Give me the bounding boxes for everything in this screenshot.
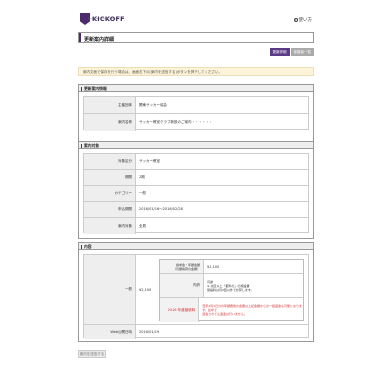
section-accent bbox=[81, 244, 82, 249]
row-value: 月謝 ※ 北区以上「都外の」の施設費 施設料は月2回以外で計算します。 bbox=[207, 279, 254, 292]
section-target: 案内対象 対象区分 サッカー教室 期間 2期 カテゴリー 一般 申込期間 201… bbox=[78, 141, 314, 239]
section-title: 内容 bbox=[84, 244, 92, 249]
section-accent bbox=[81, 86, 82, 91]
tab-details[interactable]: 更新詳細 bbox=[269, 48, 290, 56]
logo-subtitle: Sports Management System bbox=[88, 18, 117, 20]
row-key: 内訳 bbox=[160, 274, 204, 297]
page-container: KICKOFF Sports Management System ? 使い方 更… bbox=[76, 10, 316, 362]
table-row: 申込期間 2016/01/16～2016/02/28 bbox=[84, 202, 308, 218]
row-value: 2期 bbox=[139, 175, 145, 179]
tab-guardians[interactable]: 保護者一覧 bbox=[290, 48, 314, 56]
title-accent bbox=[79, 33, 81, 42]
send-notice-button[interactable]: 案内を送信する bbox=[78, 350, 106, 358]
section-header: 内容 bbox=[79, 243, 313, 250]
row-key: 申込期間 bbox=[84, 202, 136, 217]
help-link[interactable]: ? 使い方 bbox=[293, 17, 313, 23]
row-key: 2016 年度継続時 bbox=[160, 298, 200, 322]
top-bar: KICKOFF Sports Management System ? 使い方 bbox=[76, 10, 316, 28]
section-info: 更新案内情報 主催団体 関東サッカー協会 案内名称 サッカー教室クラブ新設のご案… bbox=[78, 84, 314, 146]
row-value: サッカー教室 bbox=[139, 159, 160, 163]
row-value: ¥2,100 bbox=[207, 264, 220, 269]
table-row: Web公開日時 2016/01/19 bbox=[84, 325, 308, 339]
row-key: 案内対象 bbox=[84, 218, 136, 234]
row-value: 2016/01/19 bbox=[139, 330, 160, 334]
table-row: 一般 ¥2,100 請求金・年額金額 （月額換算の金額） ¥2,100 内訳 月… bbox=[84, 255, 308, 325]
content-table: 一般 ¥2,100 請求金・年額金額 （月額換算の金額） ¥2,100 内訳 月… bbox=[83, 254, 309, 339]
table-row: 内訳 月謝 ※ 北区以上「都外の」の施設費 施設料は月2回以外で計算します。 bbox=[160, 274, 303, 298]
page-title-bar: 更新案内詳細 bbox=[78, 32, 314, 43]
row-value: サッカー教室クラブ新設のご案内・・・・・・ bbox=[139, 120, 213, 124]
row-key: 一般 bbox=[84, 255, 136, 324]
row-key: カテゴリー bbox=[84, 186, 136, 201]
info-table: 主催団体 関東サッカー協会 案内名称 サッカー教室クラブ新設のご案内・・・・・・ bbox=[83, 96, 309, 131]
row-value: 関東サッカー協会 bbox=[139, 102, 167, 107]
row-value: 2016/01/16～2016/02/28 bbox=[139, 207, 183, 211]
table-row: 請求金・年額金額 （月額換算の金額） ¥2,100 bbox=[160, 260, 303, 274]
section-title: 案内対象 bbox=[84, 143, 100, 148]
section-header: 案内対象 bbox=[79, 142, 313, 149]
help-icon: ? bbox=[293, 18, 298, 22]
tab-bar: 更新詳細 保護者一覧 bbox=[269, 48, 314, 56]
table-row: 案内対象 全員 bbox=[84, 218, 308, 234]
row-key: 案内名称 bbox=[84, 114, 136, 131]
row-value: 翌年4月1日分の年額費用の会費は上記金額からの一括返金も可能になります。途中で … bbox=[202, 304, 303, 316]
row-value: 一般 bbox=[139, 191, 146, 195]
section-header: 更新案内情報 bbox=[79, 85, 313, 92]
row-value: 全員 bbox=[139, 223, 146, 228]
table-row: 案内名称 サッカー教室クラブ新設のご案内・・・・・・ bbox=[84, 114, 308, 131]
section-accent bbox=[81, 143, 82, 148]
page-title: 更新案内詳細 bbox=[84, 36, 115, 43]
row-key: 請求金・年額金額 （月額換算の金額） bbox=[160, 260, 204, 273]
help-label: 使い方 bbox=[298, 18, 313, 23]
table-row: 2016 年度継続時 翌年4月1日分の年額費用の会費は上記金額からの一括返金も可… bbox=[160, 298, 303, 322]
table-row: 主催団体 関東サッカー協会 bbox=[84, 97, 308, 114]
row-key: 主催団体 bbox=[84, 97, 136, 113]
table-row: 対象区分 サッカー教室 bbox=[84, 154, 308, 170]
fee-detail-table: 請求金・年額金額 （月額換算の金額） ¥2,100 内訳 月謝 ※ 北区以上「都… bbox=[159, 259, 304, 322]
row-key: 対象区分 bbox=[84, 154, 136, 169]
table-row: 期間 2期 bbox=[84, 170, 308, 186]
table-row: カテゴリー 一般 bbox=[84, 186, 308, 202]
section-title: 更新案内情報 bbox=[84, 86, 107, 91]
row-amount: ¥2,100 bbox=[139, 287, 152, 292]
notice-banner: 案内文面で保存を行う場合は、画面右下の[案内を送信する]ボタンを押下してください… bbox=[78, 67, 314, 76]
row-key: 期間 bbox=[84, 170, 136, 185]
row-key: Web公開日時 bbox=[84, 325, 136, 339]
section-content: 内容 一般 ¥2,100 請求金・年額金額 （月額換算の金額） ¥2,100 内… bbox=[78, 242, 314, 342]
target-table: 対象区分 サッカー教室 期間 2期 カテゴリー 一般 申込期間 2016/01/… bbox=[83, 153, 309, 234]
